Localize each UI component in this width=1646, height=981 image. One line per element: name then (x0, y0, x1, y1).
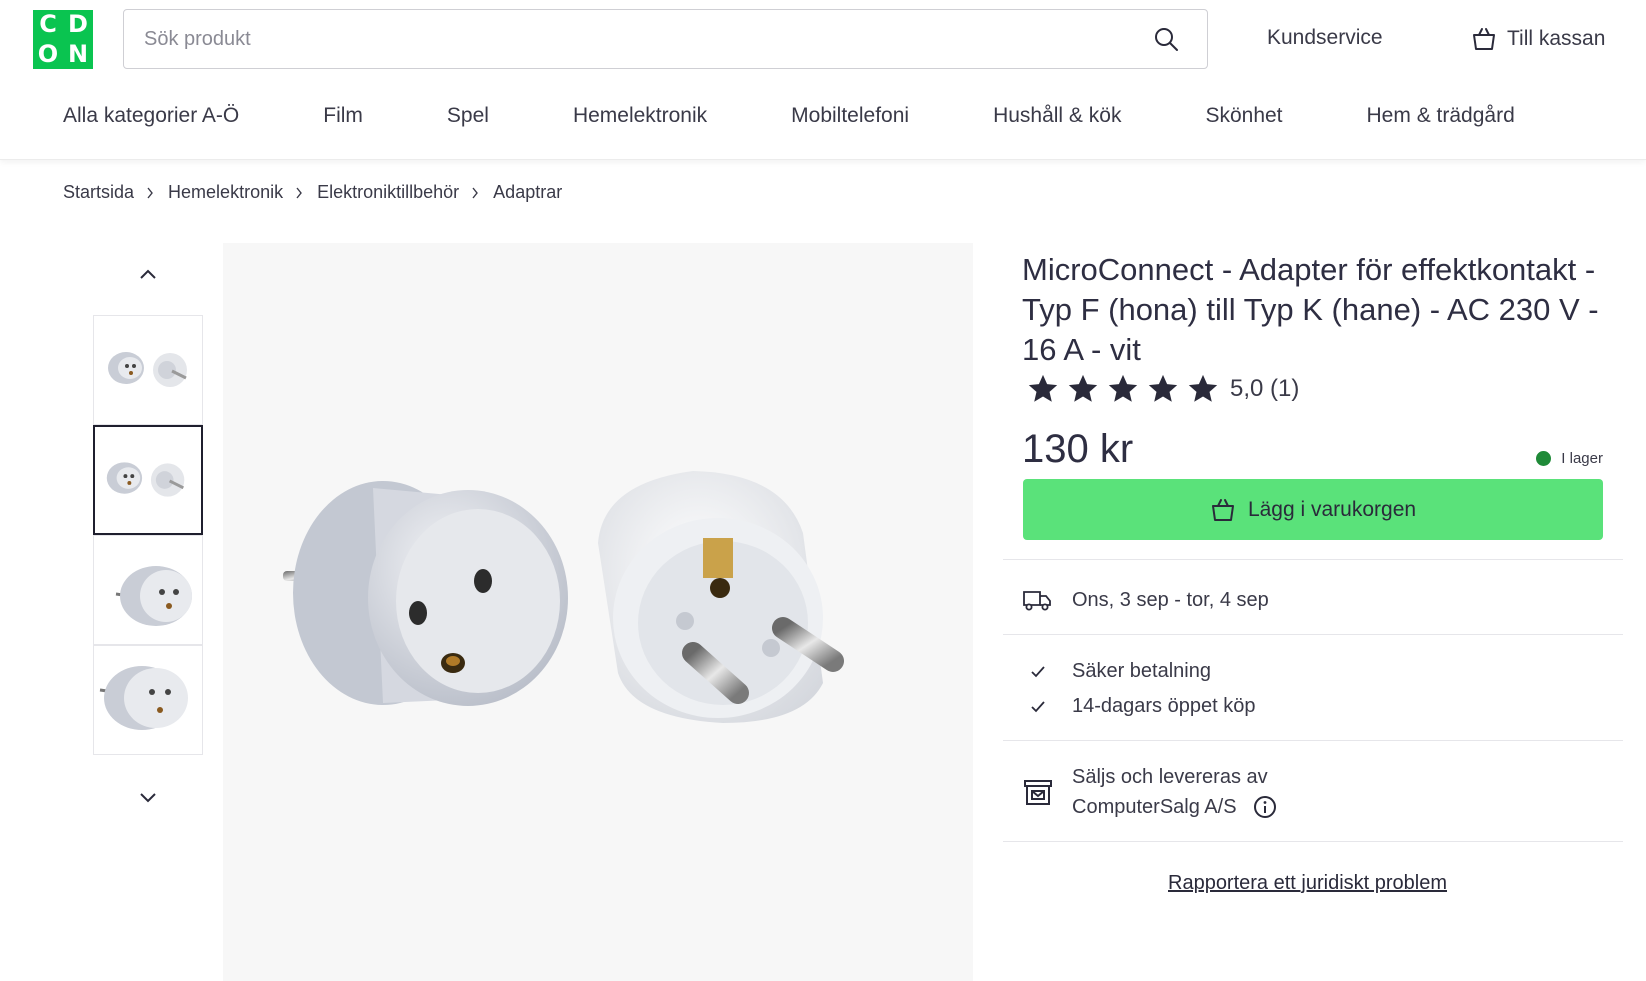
chevron-up-icon (140, 269, 156, 279)
star-icon (1108, 374, 1138, 402)
report-legal-issue-link[interactable]: Rapportera ett juridiskt problem (1168, 872, 1447, 895)
chevron-down-icon (140, 793, 156, 803)
adapter-thumbnail-image (94, 316, 202, 424)
nav-item-all-categories[interactable]: Alla kategorier A-Ö (63, 104, 239, 128)
search-icon[interactable] (1153, 26, 1179, 52)
star-icon (1188, 374, 1218, 402)
checkmark-icon (1031, 666, 1045, 678)
seller-name[interactable]: ComputerSalg A/S (1072, 796, 1237, 819)
main-product-image[interactable] (223, 243, 973, 981)
info-icon[interactable] (1253, 795, 1277, 819)
nav-item-hemelektronik[interactable]: Hemelektronik (573, 104, 707, 128)
stock-label: I lager (1561, 450, 1603, 467)
logo-letter: D (68, 10, 88, 38)
add-to-cart-label: Lägg i varukorgen (1247, 497, 1417, 521)
star-icon (1148, 374, 1178, 402)
adapter-product-image (223, 243, 973, 981)
nav-item-hem-tradgard[interactable]: Hem & trädgård (1367, 104, 1515, 128)
star-icon (1028, 374, 1058, 402)
delivery-truck-icon (1022, 585, 1052, 615)
checkmark-icon (1031, 701, 1045, 713)
breadcrumb-item[interactable]: Elektroniktillbehör (317, 182, 459, 203)
rating-score: 5,0 (1) (1230, 375, 1300, 402)
divider (1003, 559, 1623, 560)
logo-letter: N (67, 39, 89, 68)
category-nav: Alla kategorier A-Ö Film Spel Hemelektro… (63, 104, 1515, 128)
star-icon (1068, 374, 1098, 402)
product-rating[interactable]: 5,0 (1) (1026, 372, 1299, 406)
divider (1003, 841, 1623, 842)
adapter-thumbnail-image (94, 646, 202, 754)
breadcrumb-item[interactable]: Hemelektronik (168, 182, 283, 203)
nav-item-skonhet[interactable]: Skönhet (1205, 104, 1282, 128)
nav-item-film[interactable]: Film (323, 104, 363, 128)
nav-item-spel[interactable]: Spel (447, 104, 489, 128)
product-thumbnail-active[interactable] (93, 425, 203, 535)
chevron-right-icon (296, 187, 302, 198)
nav-item-hushall-kok[interactable]: Hushåll & kök (993, 104, 1121, 128)
product-thumbnail[interactable] (93, 315, 203, 425)
product-title: MicroConnect - Adapter för effektkontakt… (1022, 252, 1599, 367)
logo-letter: C (39, 10, 57, 38)
customer-service-link[interactable]: Kundservice (1267, 26, 1383, 50)
stock-status: I lager (1536, 450, 1603, 467)
site-header: C D O N Kundservice Till kassan Alla kat… (0, 0, 1646, 160)
chevron-right-icon (472, 187, 479, 198)
divider (1003, 740, 1623, 741)
adapter-thumbnail-image (94, 536, 202, 644)
product-thumbnail[interactable] (93, 645, 203, 755)
chevron-right-icon (147, 187, 153, 198)
thumbnail-scroll-up-button[interactable] (133, 259, 163, 289)
nav-item-mobiltelefoni[interactable]: Mobiltelefoni (791, 104, 909, 128)
product-thumbnail[interactable] (93, 535, 203, 645)
benefit-open-purchase: 14-dagars öppet köp (1072, 695, 1256, 717)
adapter-thumbnail-image (95, 427, 201, 533)
store-icon (1024, 780, 1052, 805)
search-box (123, 9, 1208, 69)
cdon-logo[interactable]: C D O N (33, 10, 93, 69)
seller-intro: Säljs och levereras av (1072, 766, 1268, 788)
logo-letter: O (37, 39, 59, 68)
breadcrumb: Startsida Hemelektronik Elektroniktillbe… (63, 182, 562, 203)
benefit-secure-payment: Säker betalning (1072, 660, 1211, 682)
add-to-cart-button[interactable]: Lägg i varukorgen (1023, 479, 1603, 540)
divider (1003, 634, 1623, 635)
breadcrumb-item[interactable]: Adaptrar (493, 182, 562, 203)
search-input[interactable] (144, 10, 1104, 68)
checkout-link[interactable]: Till kassan (1471, 26, 1605, 52)
product-price: 130 kr (1022, 427, 1134, 471)
delivery-date-range: Ons, 3 sep - tor, 4 sep (1072, 588, 1269, 611)
breadcrumb-item[interactable]: Startsida (63, 182, 134, 203)
checkout-label: Till kassan (1507, 27, 1606, 50)
basket-icon (1211, 498, 1234, 521)
in-stock-dot-icon (1536, 451, 1552, 466)
delivery-estimate: Ons, 3 sep - tor, 4 sep (1022, 585, 1269, 615)
thumbnail-scroll-down-button[interactable] (133, 783, 163, 813)
basket-icon (1473, 28, 1495, 50)
